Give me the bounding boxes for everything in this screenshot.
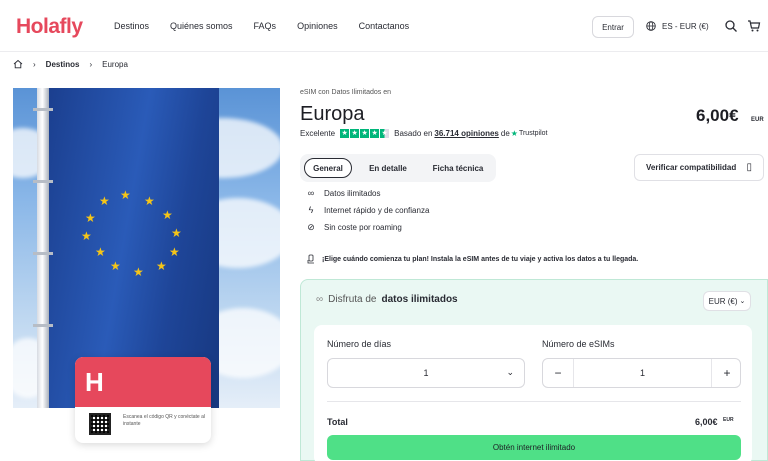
price-currency: EUR	[751, 117, 764, 123]
qr-instructions: Escanea el código QR y conéctate al inst…	[123, 414, 205, 427]
currency-select[interactable]: EUR (€) ⌄	[703, 291, 751, 311]
product-tabs: General En detalle Ficha técnica	[300, 154, 496, 182]
star-icon: ★	[340, 129, 350, 138]
holafly-h-logo: H	[85, 367, 104, 397]
chevron-right-icon: ›	[33, 59, 36, 69]
esims-value[interactable]: 1	[573, 359, 712, 387]
holafly-esim-card: H Escanea el código QR y conéctate al in…	[75, 357, 211, 443]
no-phone-icon: ⊘	[307, 222, 315, 232]
feature-unlimited-data: ∞ Datos ilimitados	[307, 188, 381, 198]
total-value: 6,00€	[695, 417, 718, 427]
flag-pole	[37, 88, 49, 408]
tab-general[interactable]: General	[304, 158, 352, 178]
total-label: Total	[327, 417, 348, 427]
product-subtitle: eSIM con Datos Ilimitados en	[300, 89, 392, 96]
cart-icon[interactable]	[747, 19, 761, 33]
nav-opiniones[interactable]: Opiniones	[297, 21, 338, 31]
plan-config-panel: ∞ Disfruta de datos ilimitados EUR (€) ⌄…	[300, 279, 768, 461]
lightning-icon: ϟ	[308, 205, 314, 215]
feature-fast-internet: ϟ Internet rápido y de confianza	[306, 205, 430, 215]
nav-faqs[interactable]: FAQs	[254, 21, 277, 31]
get-internet-button[interactable]: Obtén internet ilimitado	[327, 435, 741, 460]
qr-code-icon	[89, 413, 111, 435]
chevron-right-icon: ›	[89, 59, 93, 69]
login-button[interactable]: Entrar	[592, 16, 634, 38]
infinity-icon: ∞	[307, 188, 315, 198]
phone-check-icon: ▯	[746, 162, 752, 173]
nav-destinos[interactable]: Destinos	[114, 21, 149, 31]
infinity-icon: ∞	[316, 294, 324, 305]
increment-button[interactable]: +	[712, 359, 742, 387]
breadcrumb: › Destinos › Europa	[13, 59, 128, 69]
total-currency: EUR	[723, 417, 734, 423]
star-icon: ★	[360, 129, 370, 138]
days-label: Número de días	[327, 339, 392, 349]
activation-tip: ¡Elige cuándo comienza tu plan! Instala …	[306, 254, 638, 264]
holafly-logo[interactable]: Holafly	[16, 15, 83, 39]
divider	[327, 401, 741, 402]
search-icon[interactable]	[724, 19, 738, 33]
breadcrumb-destinos[interactable]: Destinos	[46, 60, 80, 69]
reviews-prefix: Basado en	[394, 129, 433, 138]
esims-stepper: − 1 +	[542, 358, 741, 388]
locale-selector[interactable]: ES - EUR (€)	[646, 21, 709, 31]
star-icon: ★	[370, 129, 380, 138]
star-half-icon: ★	[380, 129, 390, 138]
days-select[interactable]: 1 ⌄	[327, 358, 525, 388]
reviews-suffix: de	[500, 129, 510, 138]
star-icon: ★	[350, 129, 360, 138]
rating-stars: ★ ★ ★ ★ ★	[340, 129, 390, 138]
rating-word: Excelente	[300, 129, 336, 138]
main-nav: Destinos Quiénes somos FAQs Opiniones Co…	[114, 21, 430, 31]
product-price: 6,00€	[696, 106, 739, 125]
nav-contactanos[interactable]: Contactanos	[359, 21, 410, 31]
trustpilot-rating[interactable]: Excelente ★ ★ ★ ★ ★ Basado en 36.714 opi…	[300, 129, 547, 138]
feature-no-roaming: ⊘ Sin coste por roaming	[307, 222, 402, 232]
tab-ficha-tecnica[interactable]: Ficha técnica	[426, 158, 490, 178]
chevron-down-icon: ⌄	[739, 298, 746, 305]
trustpilot-star-icon: ★	[510, 129, 518, 138]
trustpilot-logo: ★ Trustpilot	[510, 129, 548, 138]
locale-label: ES - EUR (€)	[662, 21, 709, 31]
nav-quienes-somos[interactable]: Quiénes somos	[170, 21, 233, 31]
breadcrumb-europa: Europa	[102, 59, 128, 69]
reviews-link[interactable]: 36.714 opiniones	[434, 129, 498, 138]
config-title: ∞ Disfruta de datos ilimitados	[316, 294, 458, 305]
chevron-down-icon: ⌄	[506, 367, 514, 377]
decrement-button[interactable]: −	[543, 359, 573, 387]
page-title: Europa	[300, 103, 365, 125]
site-header: Holafly Destinos Quiénes somos FAQs Opin…	[0, 0, 768, 52]
globe-icon	[646, 21, 656, 31]
esims-label: Número de eSIMs	[542, 339, 615, 349]
config-card: Número de días Número de eSIMs 1 ⌄ − 1 +…	[314, 325, 752, 461]
tab-en-detalle[interactable]: En detalle	[362, 158, 414, 178]
verify-compatibility-button[interactable]: Verificar compatibilidad ▯	[634, 154, 764, 181]
home-icon[interactable]	[13, 59, 23, 69]
hand-tap-icon	[307, 254, 314, 264]
